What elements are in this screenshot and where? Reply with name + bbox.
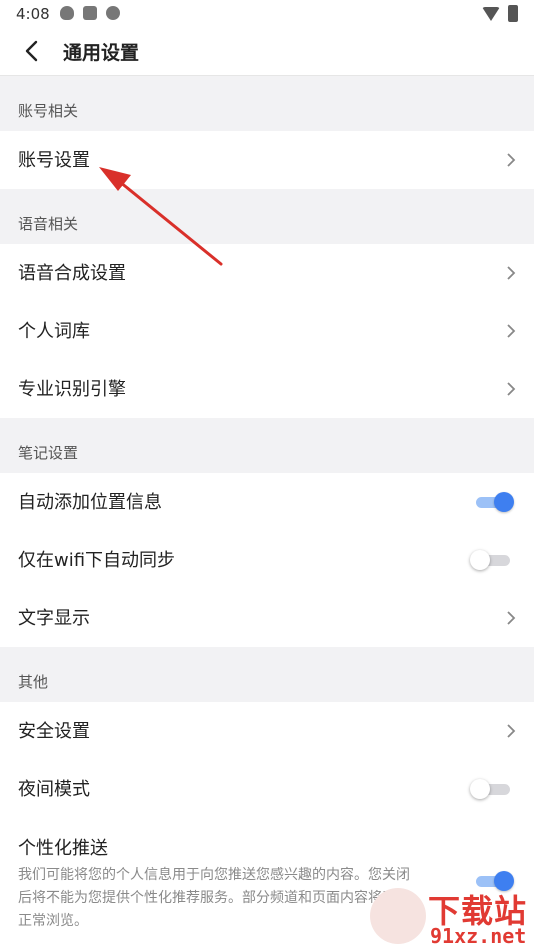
wifi-icon — [482, 6, 500, 21]
location-toggle[interactable] — [474, 492, 514, 512]
chevron-right-icon — [507, 324, 516, 338]
settings-item-label: 安全设置 — [18, 721, 90, 742]
settings-item-label: 夜间模式 — [18, 779, 90, 800]
watermark: 下载站 91xz.net — [366, 884, 534, 950]
back-arrow-icon[interactable] — [20, 38, 46, 64]
settings-item-location: 自动添加位置信息 — [0, 473, 534, 531]
chevron-right-icon — [507, 382, 516, 396]
robot-notification-icon — [106, 6, 120, 20]
qq-notification-icon — [60, 6, 74, 20]
section-title-account: 账号相关 — [18, 102, 79, 120]
app-header: 通用设置 — [0, 28, 534, 76]
settings-item-label: 账号设置 — [18, 150, 90, 171]
chevron-right-icon — [507, 266, 516, 280]
watermark-url: 91xz.net — [430, 924, 527, 948]
wifi-sync-toggle[interactable] — [470, 550, 512, 570]
section-title-other: 其他 — [18, 673, 49, 691]
chevron-right-icon — [507, 724, 516, 738]
settings-item-label: 个性化推送 — [18, 838, 108, 859]
status-bar: 4:08 — [0, 0, 534, 28]
settings-item-account[interactable]: 账号设置 — [0, 131, 534, 189]
settings-item-label: 专业识别引擎 — [18, 379, 126, 400]
notification-icons — [60, 6, 120, 20]
settings-item-label: 个人词库 — [18, 321, 90, 342]
section-title-voice: 语音相关 — [18, 215, 79, 233]
chevron-right-icon — [507, 611, 516, 625]
system-status-icons — [482, 5, 518, 22]
settings-item-lexicon[interactable]: 个人词库 — [0, 302, 534, 360]
settings-item-night-mode: 夜间模式 — [0, 760, 534, 818]
settings-item-engine[interactable]: 专业识别引擎 — [0, 360, 534, 418]
settings-item-label: 仅在wifi下自动同步 — [18, 550, 176, 571]
personalized-push-description: 我们可能将您的个人信息用于向您推送您感兴趣的内容。您关闭后将不能为您提供个性化推… — [18, 867, 410, 929]
settings-item-tts[interactable]: 语音合成设置 — [0, 244, 534, 302]
settings-item-label: 自动添加位置信息 — [18, 492, 162, 513]
battery-icon — [508, 5, 518, 22]
app-notification-icon — [83, 6, 97, 20]
settings-item-label: 文字显示 — [18, 608, 90, 629]
settings-item-text-display[interactable]: 文字显示 — [0, 589, 534, 647]
page-title: 通用设置 — [63, 42, 140, 64]
night-mode-toggle[interactable] — [470, 779, 512, 799]
settings-item-label: 语音合成设置 — [18, 263, 126, 284]
status-time: 4:08 — [16, 5, 50, 23]
settings-item-wifi-sync: 仅在wifi下自动同步 — [0, 531, 534, 589]
section-title-notes: 笔记设置 — [18, 444, 79, 462]
watermark-logo-icon — [370, 888, 426, 944]
chevron-right-icon — [507, 153, 516, 167]
settings-item-security[interactable]: 安全设置 — [0, 702, 534, 760]
